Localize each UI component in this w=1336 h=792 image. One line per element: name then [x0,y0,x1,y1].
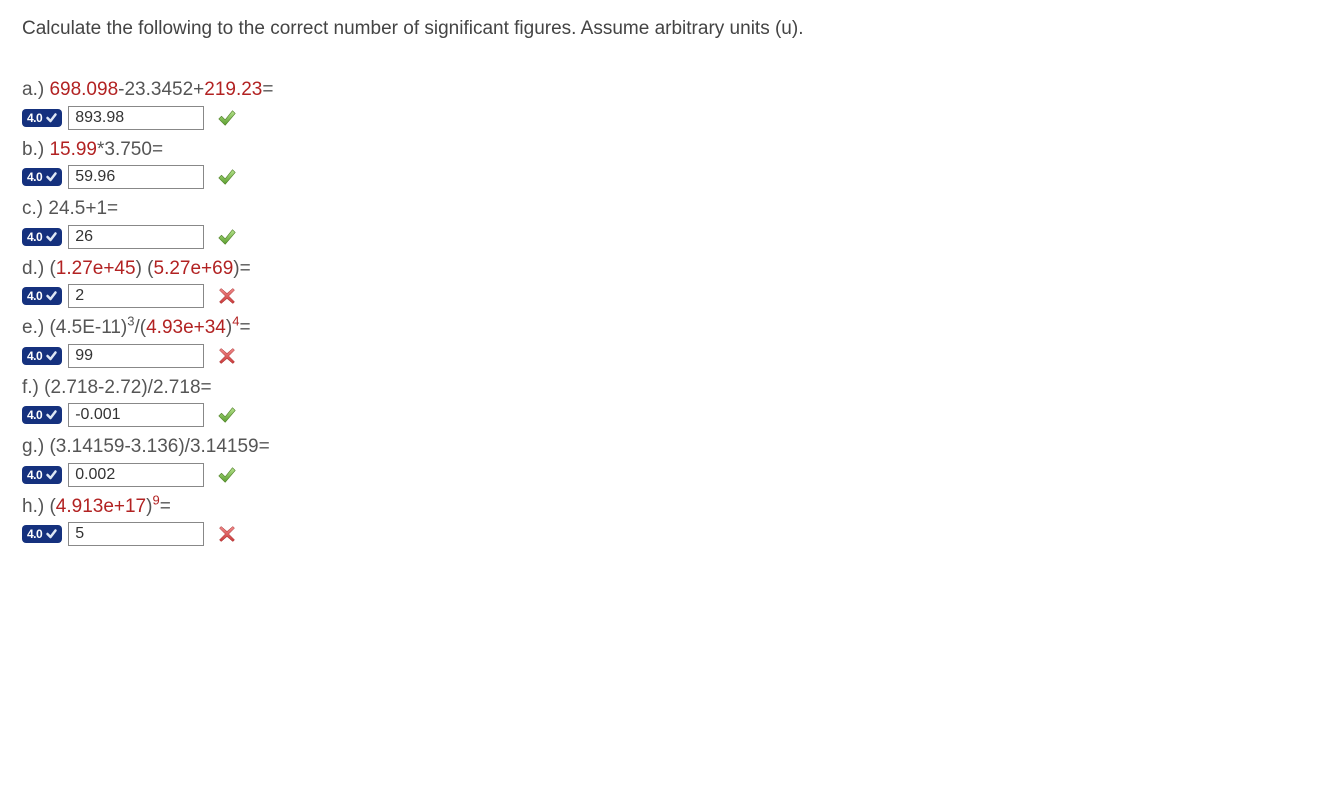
grade-badge-text: 4.0 [27,170,42,184]
grade-badge[interactable]: 4.0 [22,287,62,305]
answer-row: 4.0 [22,522,1314,546]
answer-row: 4.0 [22,165,1314,189]
correct-check-icon [216,226,238,248]
badge-check-icon [45,528,58,540]
problem-label: f.) [22,377,44,398]
correct-check-icon [216,464,238,486]
problem-expression: d.) (1.27e+45) (5.27e+69)= [22,255,1314,283]
page: Calculate the following to the correct n… [0,0,1336,570]
correct-check-icon [216,107,238,129]
answer-row: 4.0 [22,403,1314,427]
problem-label: g.) [22,436,49,457]
problem-a: a.) 698.098-23.3452+219.23= 4.0 [22,76,1314,130]
incorrect-x-icon [216,285,238,307]
instruction-text: Calculate the following to the correct n… [22,18,1314,40]
problem-expression: f.) (2.718-2.72)/2.718= [22,374,1314,402]
grade-badge[interactable]: 4.0 [22,109,62,127]
problem-expression: g.) (3.14159-3.136)/3.14159= [22,433,1314,461]
problem-e: e.) (4.5E-11)3/(4.93e+34)4= 4.0 [22,314,1314,368]
answer-input[interactable] [68,106,204,130]
problem-d: d.) (1.27e+45) (5.27e+69)= 4.0 [22,255,1314,309]
problem-c: c.) 24.5+1= 4.0 [22,195,1314,249]
problem-expression: b.) 15.99*3.750= [22,136,1314,164]
grade-badge[interactable]: 4.0 [22,406,62,424]
badge-check-icon [45,231,58,243]
problem-label: d.) [22,258,49,279]
problem-label: c.) [22,198,48,219]
badge-check-icon [45,409,58,421]
badge-check-icon [45,112,58,124]
grade-badge-text: 4.0 [27,527,42,541]
badge-check-icon [45,469,58,481]
grade-badge-text: 4.0 [27,289,42,303]
answer-row: 4.0 [22,225,1314,249]
problem-f: f.) (2.718-2.72)/2.718= 4.0 [22,374,1314,428]
grade-badge-text: 4.0 [27,230,42,244]
problem-expression: c.) 24.5+1= [22,195,1314,223]
answer-input[interactable] [68,344,204,368]
problem-g: g.) (3.14159-3.136)/3.14159= 4.0 [22,433,1314,487]
badge-check-icon [45,290,58,302]
correct-check-icon [216,166,238,188]
grade-badge-text: 4.0 [27,408,42,422]
grade-badge[interactable]: 4.0 [22,168,62,186]
problem-expression: a.) 698.098-23.3452+219.23= [22,76,1314,104]
answer-input[interactable] [68,463,204,487]
problem-h: h.) (4.913e+17)9= 4.0 [22,493,1314,547]
incorrect-x-icon [216,345,238,367]
problems-container: a.) 698.098-23.3452+219.23=4.0b.) 15.99*… [22,76,1314,546]
problem-label: a.) [22,79,49,100]
incorrect-x-icon [216,523,238,545]
answer-input[interactable] [68,403,204,427]
answer-input[interactable] [68,522,204,546]
badge-check-icon [45,350,58,362]
problem-b: b.) 15.99*3.750= 4.0 [22,136,1314,190]
answer-row: 4.0 [22,284,1314,308]
grade-badge-text: 4.0 [27,349,42,363]
problem-label: b.) [22,139,49,160]
correct-check-icon [216,404,238,426]
answer-input[interactable] [68,165,204,189]
problem-label: e.) [22,317,49,338]
answer-input[interactable] [68,284,204,308]
problem-expression: h.) (4.913e+17)9= [22,493,1314,521]
badge-check-icon [45,171,58,183]
grade-badge-text: 4.0 [27,468,42,482]
problem-expression: e.) (4.5E-11)3/(4.93e+34)4= [22,314,1314,342]
grade-badge[interactable]: 4.0 [22,228,62,246]
grade-badge[interactable]: 4.0 [22,347,62,365]
answer-row: 4.0 [22,463,1314,487]
grade-badge-text: 4.0 [27,111,42,125]
answer-row: 4.0 [22,106,1314,130]
grade-badge[interactable]: 4.0 [22,525,62,543]
grade-badge[interactable]: 4.0 [22,466,62,484]
problem-label: h.) [22,496,49,517]
answer-row: 4.0 [22,344,1314,368]
answer-input[interactable] [68,225,204,249]
